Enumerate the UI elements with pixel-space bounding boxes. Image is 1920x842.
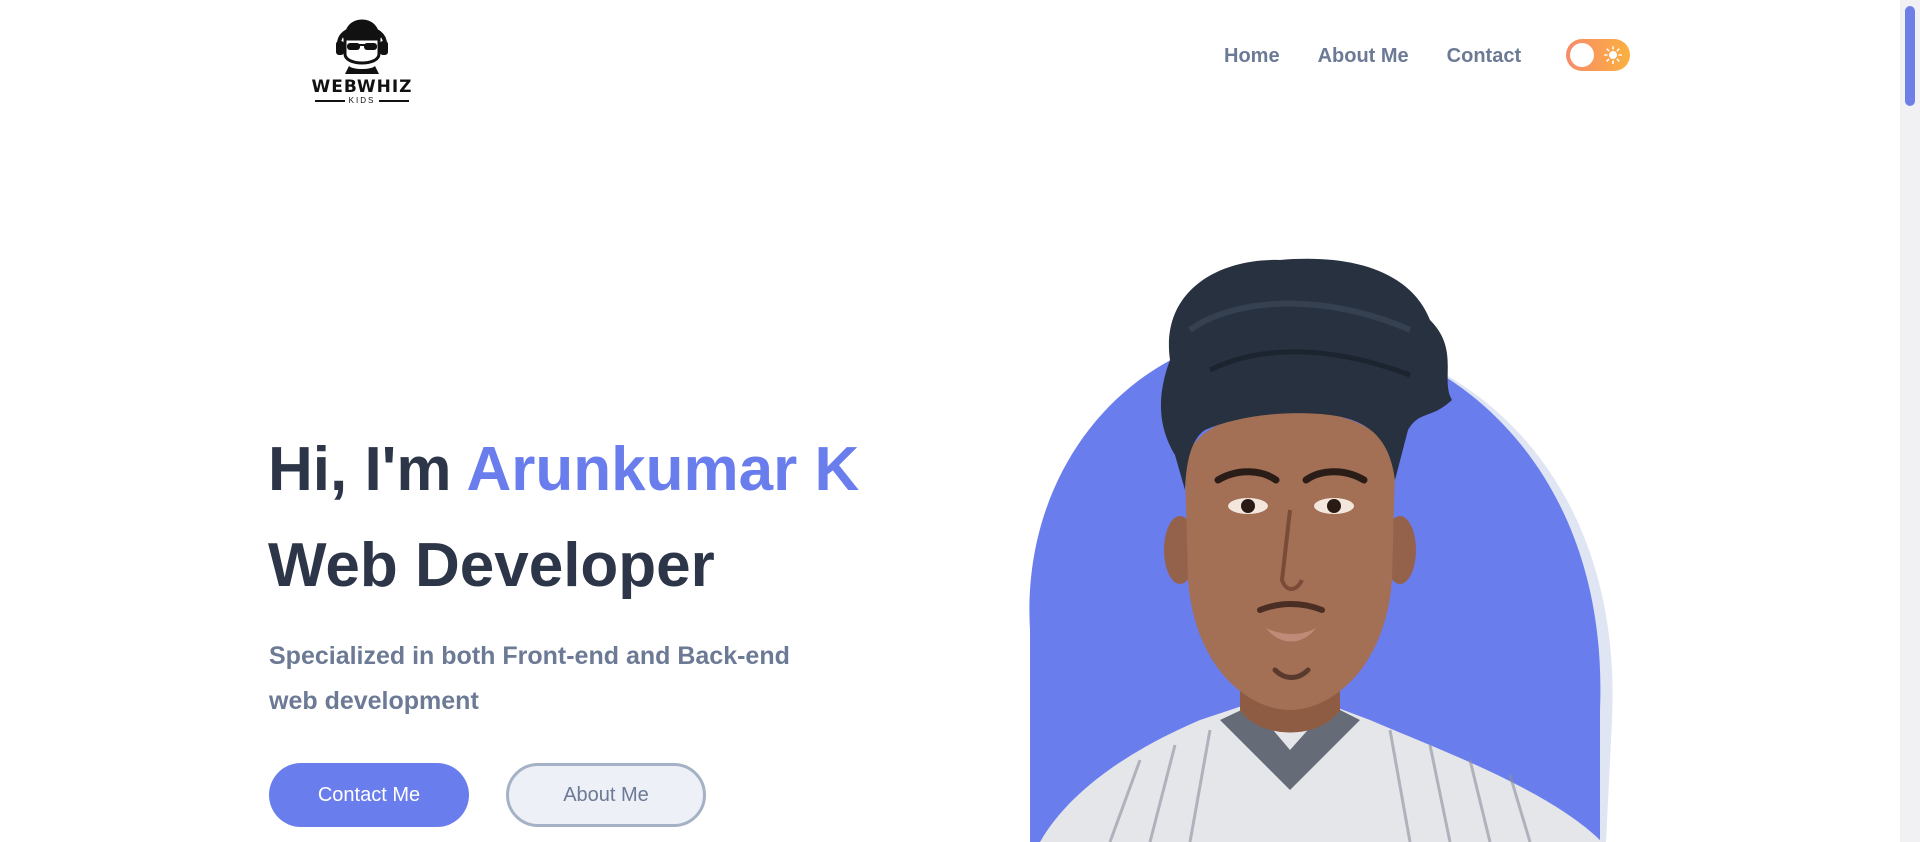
kid-logo-icon: [336, 19, 388, 74]
logo-title: WEBWHIZ: [311, 77, 413, 97]
about-me-button[interactable]: About Me: [506, 763, 706, 827]
logo-rule-left: [314, 100, 345, 102]
logo-rule-right: [379, 100, 410, 102]
hero-description: Specialized in both Front-end and Back-e…: [269, 642, 790, 715]
scrollbar-thumb[interactable]: [1905, 6, 1915, 106]
hero-greeting: Hi, I'm Arunkumar K: [268, 432, 859, 508]
hero-role: Web Developer: [268, 531, 715, 600]
page-scrollbar[interactable]: [1900, 0, 1920, 842]
contact-me-button[interactable]: Contact Me: [269, 763, 469, 827]
nav-about-link[interactable]: About Me: [1318, 42, 1409, 70]
hero-portrait: [1029, 258, 1613, 842]
brand-logo[interactable]: WEBWHIZ KIDS: [308, 8, 416, 108]
logo-subtitle-row: KIDS: [314, 96, 410, 106]
hero-name: Arunkumar K: [466, 435, 860, 504]
theme-toggle[interactable]: [1566, 39, 1630, 71]
nav-home-link[interactable]: Home: [1224, 42, 1280, 70]
toggle-knob: [1570, 43, 1594, 67]
nav-contact-link[interactable]: Contact: [1447, 42, 1521, 70]
portfolio-page: WEBWHIZ KIDS Home About Me Contact Hi, I…: [0, 0, 1920, 842]
sun-icon: [1604, 46, 1622, 64]
main-nav: Home About Me Contact: [1224, 42, 1559, 70]
portrait-face: [1185, 410, 1395, 710]
greeting-text: Hi, I'm: [268, 435, 452, 504]
logo-subtitle: KIDS: [348, 96, 376, 105]
